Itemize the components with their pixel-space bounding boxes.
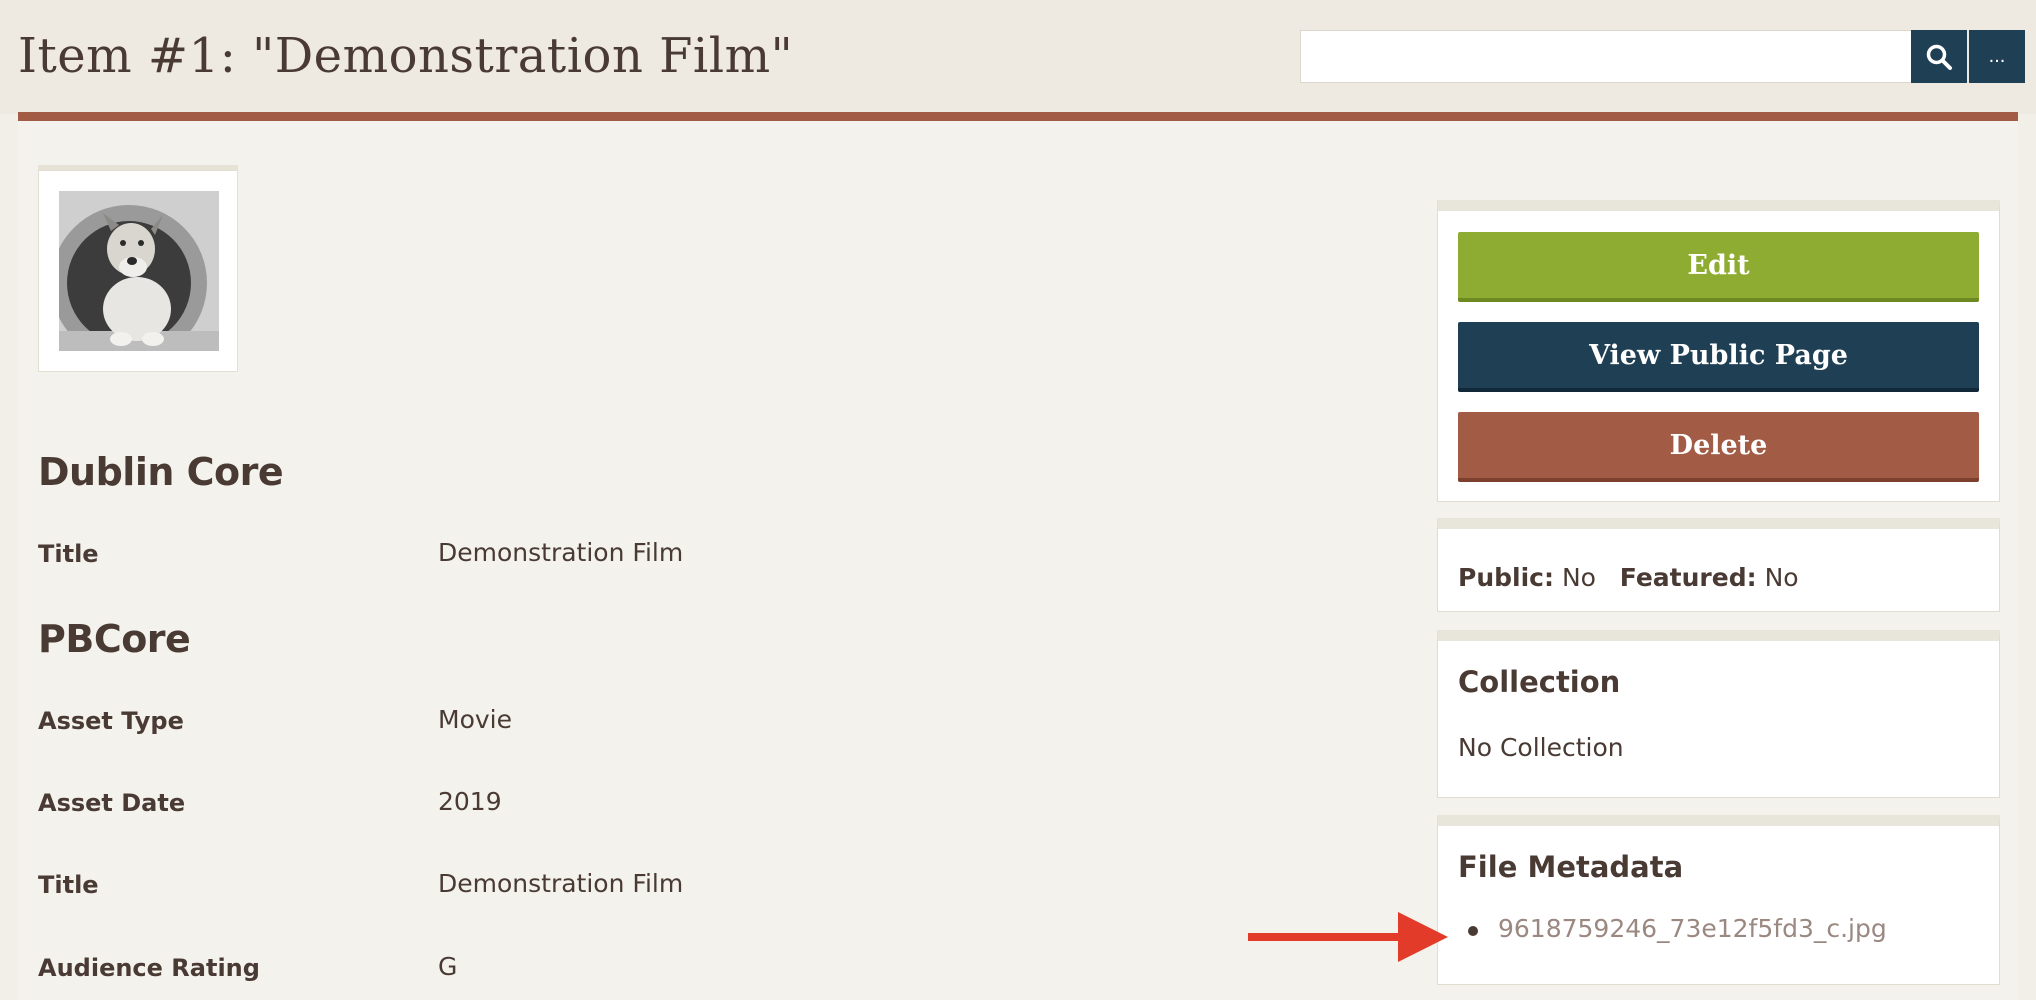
edit-button[interactable]: Edit [1458, 232, 1979, 302]
featured-value: No [1764, 563, 1799, 592]
collection-value: No Collection [1458, 733, 1624, 762]
header-bar: Item #1: "Demonstration Film" ... [0, 0, 2036, 114]
search-button[interactable] [1911, 30, 1967, 83]
annotation-arrow-icon [1248, 912, 1448, 962]
public-value: No [1561, 563, 1596, 592]
list-bullet [1468, 926, 1478, 936]
section-heading-dublin-core: Dublin Core [38, 450, 284, 494]
delete-button[interactable]: Delete [1458, 412, 1979, 482]
field-label-asset-type: Asset Type [38, 707, 184, 735]
featured-label: Featured: [1619, 563, 1757, 592]
file-metadata-heading: File Metadata [1458, 850, 1684, 884]
field-value-title: Demonstration Film [438, 869, 684, 898]
advanced-search-button[interactable]: ... [1969, 30, 2025, 83]
status-panel: Public: No Featured: No [1437, 518, 2000, 612]
collection-panel: Collection No Collection [1437, 630, 2000, 798]
collection-heading: Collection [1458, 665, 1621, 699]
field-value-title: Demonstration Film [438, 538, 684, 567]
search-icon [1926, 44, 1952, 70]
header-accent-rule [18, 112, 2018, 121]
field-value-audience-rating: G [438, 952, 458, 981]
page-title: Item #1: "Demonstration Film" [18, 28, 794, 84]
field-label-audience-rating: Audience Rating [38, 954, 260, 982]
item-thumbnail[interactable] [38, 170, 238, 372]
section-heading-pbcore: PBCore [38, 617, 191, 661]
status-line: Public: No Featured: No [1458, 563, 1799, 592]
file-metadata-panel: File Metadata 9618759246_73e12f5fd3_c.jp… [1437, 815, 2000, 985]
dog-photo-thumbnail [59, 191, 219, 351]
field-label-asset-date: Asset Date [38, 789, 186, 817]
actions-panel: Edit View Public Page Delete [1437, 200, 2000, 502]
file-link[interactable]: 9618759246_73e12f5fd3_c.jpg [1498, 914, 1887, 943]
field-label-title: Title [38, 540, 99, 568]
search-input[interactable] [1300, 30, 1911, 83]
public-label: Public: [1458, 563, 1554, 592]
view-public-page-button[interactable]: View Public Page [1458, 322, 1979, 392]
field-value-asset-date: 2019 [438, 787, 502, 816]
field-value-asset-type: Movie [438, 705, 512, 734]
field-label-title: Title [38, 871, 99, 899]
